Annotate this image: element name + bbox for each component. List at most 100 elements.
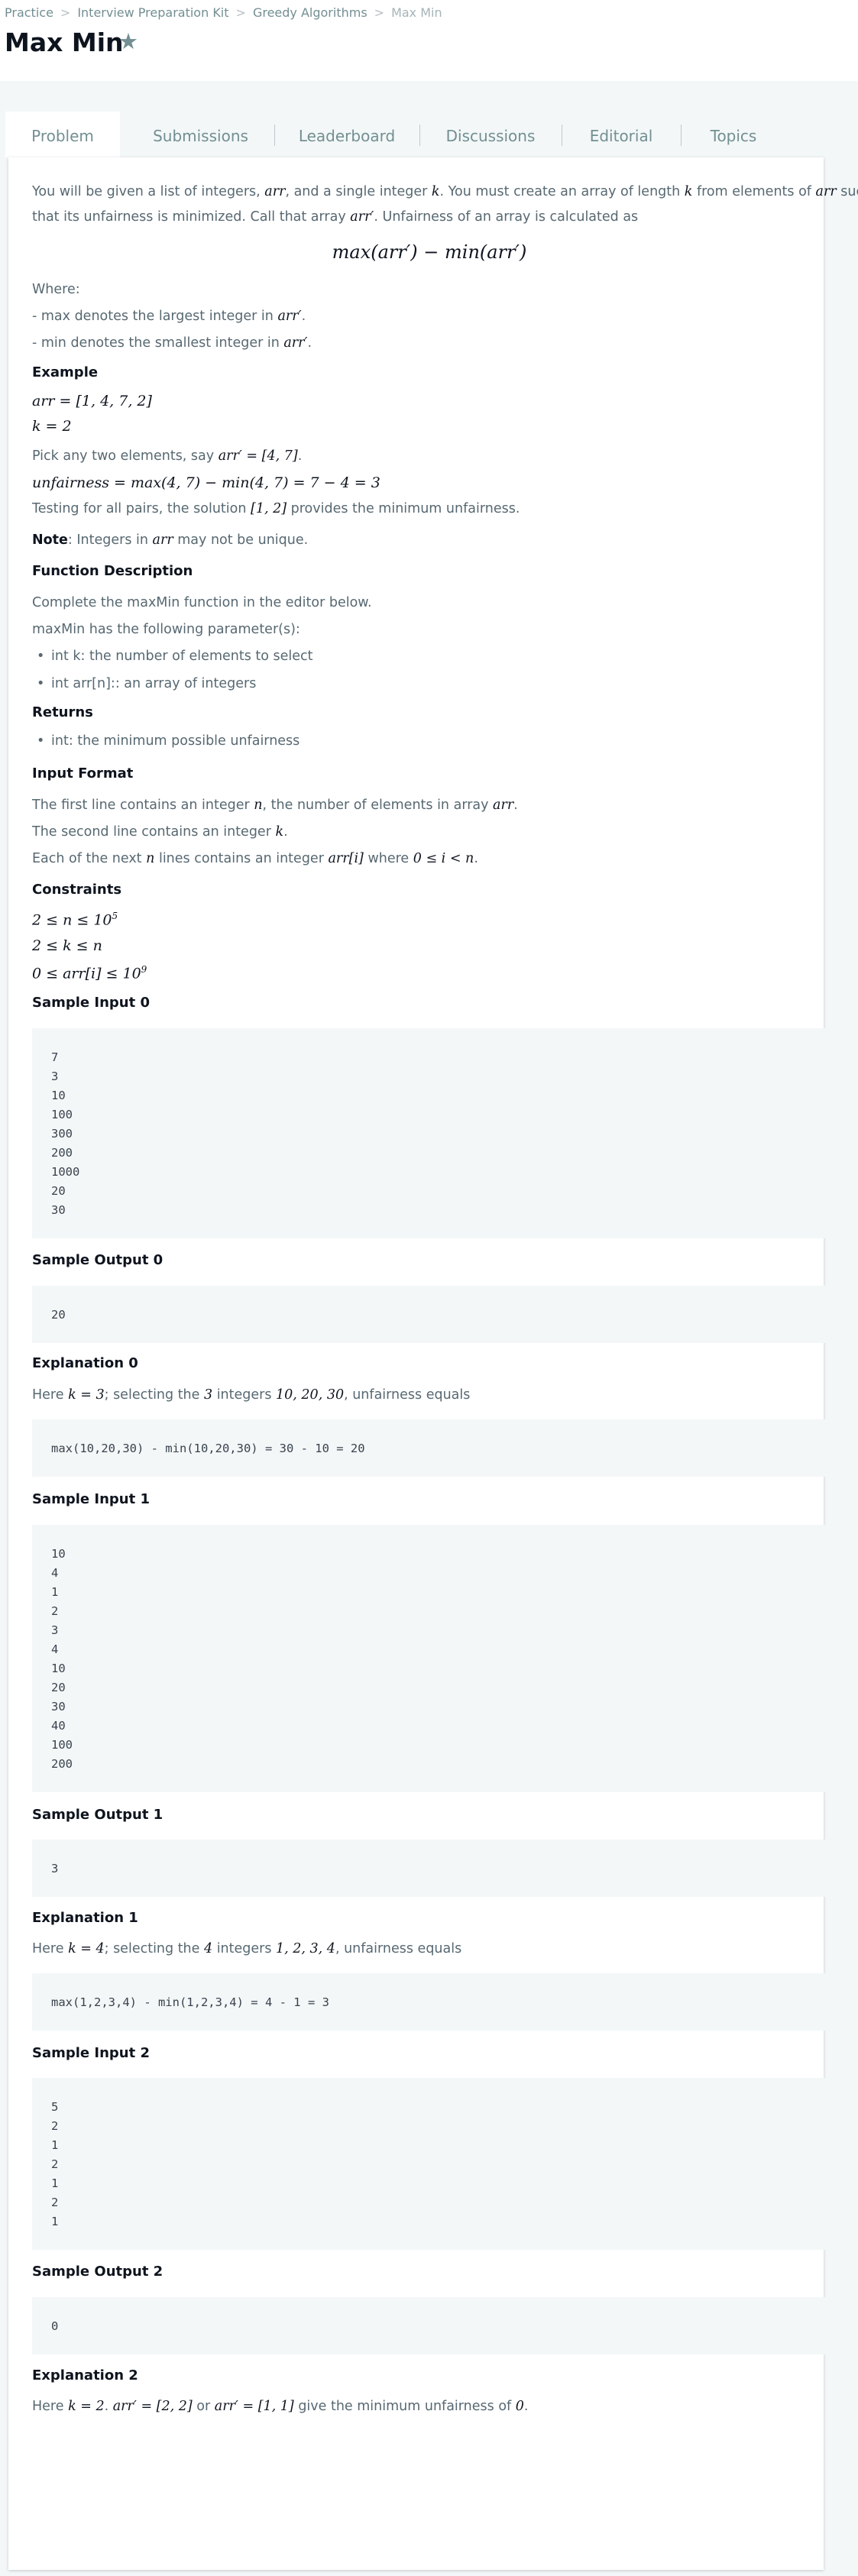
sample-input-1: 10 4 1 2 3 4 10 20 30 40 100 200 (32, 1525, 827, 1792)
exponent: 9 (141, 964, 147, 975)
text: 0 ≤ arr[i] ≤ 10 (32, 965, 141, 982)
text: - min denotes the smallest integer in (32, 335, 284, 351)
sample-input-2: 5 2 1 2 1 2 1 (32, 2078, 827, 2250)
text: , unfairness equals (335, 1941, 462, 1956)
explanation-0-code: max(10,20,30) - min(10,20,30) = 30 - 10 … (32, 1419, 827, 1477)
text: - max denotes the largest integer in (32, 309, 278, 324)
text: Pick any two elements, say (32, 448, 219, 464)
code-text: 0 (51, 2319, 59, 2333)
parameters-text: maxMin has the following parameter(s): (32, 622, 300, 637)
math: arr′ = [1, 1] (214, 2399, 294, 2414)
math: 10, 20, 30 (276, 1387, 345, 1403)
breadcrumb-greedy-algorithms[interactable]: Greedy Algorithms (253, 5, 367, 20)
sample-input-0-heading: Sample Input 0 (32, 995, 151, 1011)
tab-topics[interactable]: Topics (681, 112, 786, 157)
chevron-right-icon: > (60, 5, 71, 20)
explanation-1-text: Here k = 4; selecting the 4 integers 1, … (32, 1941, 461, 1956)
pick-text: Pick any two elements, say arr′ = [4, 7]… (32, 448, 303, 464)
constraint-n: 2 ≤ n ≤ 105 (32, 911, 118, 928)
sample-output-0-heading: Sample Output 0 (32, 1252, 164, 1268)
page-title: Max Min (5, 28, 124, 57)
sample-output-1: 3 (32, 1840, 827, 1897)
text: Here (32, 2399, 69, 2414)
text: , the number of elements in array (262, 798, 494, 813)
math: 0 (515, 2399, 524, 2414)
sample-output-0: 20 (32, 1286, 827, 1343)
example-arr: arr = [1, 4, 7, 2] (32, 393, 152, 409)
sample-output-2-heading: Sample Output 2 (32, 2264, 164, 2280)
where-max: - max denotes the largest integer in arr… (32, 309, 306, 324)
text: , unfairness equals (344, 1387, 471, 1403)
chevron-right-icon: > (374, 5, 385, 20)
code-text: max(1,2,3,4) - min(1,2,3,4) = 4 - 1 = 3 (51, 1995, 329, 2009)
math: k = 4 (68, 1941, 105, 1956)
sample-output-1-heading: Sample Output 1 (32, 1807, 164, 1823)
text: that its unfairness is minimized. Call t… (32, 209, 351, 225)
text: or (192, 2399, 215, 2414)
math-arr-prime: arr′ (350, 209, 374, 225)
text: integers (212, 1941, 277, 1956)
chevron-right-icon: > (235, 5, 246, 20)
unfairness-formula: max(arr′) − min(arr′) (332, 241, 527, 263)
returns-list: int: the minimum possible unfairness (32, 733, 299, 749)
text: 2 ≤ n ≤ 10 (32, 911, 112, 929)
constraint-arr: 0 ≤ arr[i] ≤ 109 (32, 964, 147, 982)
text: The second line contains an integer (32, 824, 276, 840)
text: . (523, 2399, 529, 2414)
tab-problem[interactable]: Problem (5, 112, 120, 157)
math: k = 3 (68, 1387, 105, 1403)
example-k: k = 2 (32, 418, 72, 435)
tab-discussions[interactable]: Discussions (419, 112, 562, 157)
parameters-list: int k: the number of elements to select … (32, 649, 313, 691)
tab-leaderboard[interactable]: Leaderboard (274, 112, 419, 157)
explanation-2-text: Here k = 2. arr′ = [2, 2] or arr′ = [1, … (32, 2399, 528, 2414)
explanation-0-text: Here k = 3; selecting the 3 integers 10,… (32, 1387, 470, 1403)
code-text: 20 (51, 1308, 66, 1322)
text: , and a single integer (285, 184, 432, 199)
list-item: int arr[n]:: an array of integers (32, 676, 313, 691)
where-label: Where: (32, 282, 80, 297)
math-arr-prime: arr′ (277, 309, 302, 324)
example-heading: Example (32, 364, 99, 380)
list-item: int k: the number of elements to select (32, 649, 313, 664)
tab-editorial[interactable]: Editorial (562, 112, 681, 157)
math-arr: arr (493, 798, 514, 813)
bookmark-star-icon[interactable]: ★ (118, 31, 138, 53)
text: . You must create an array of length (439, 184, 685, 199)
text: You will be given a list of integers, (32, 184, 265, 199)
math-arr: arr (152, 532, 173, 548)
text: Here (32, 1387, 69, 1403)
math-n: n (146, 851, 155, 866)
math-k: k (684, 184, 693, 199)
input-line-3: Each of the next n lines contains an int… (32, 851, 478, 866)
exponent: 5 (112, 911, 118, 921)
math-n: n (254, 798, 263, 813)
explanation-1-heading: Explanation 1 (32, 1910, 138, 1926)
sample-output-2: 0 (32, 2297, 827, 2354)
text: integers (212, 1387, 277, 1403)
explanation-1-code: max(1,2,3,4) - min(1,2,3,4) = 4 - 1 = 3 (32, 1973, 827, 2031)
text: such (840, 184, 858, 199)
text: may not be unique. (173, 532, 309, 548)
text: Each of the next (32, 851, 147, 866)
math-arr: arr (264, 184, 286, 199)
breadcrumb-practice[interactable]: Practice (5, 5, 53, 20)
unfairness-example: unfairness = max(4, 7) − min(4, 7) = 7 −… (32, 474, 380, 491)
math: k = 2 (68, 2399, 105, 2414)
intro-line-1: You will be given a list of integers, ar… (32, 184, 858, 199)
tab-submissions[interactable]: Submissions (127, 112, 274, 157)
math: 1, 2, 3, 4 (276, 1941, 335, 1956)
text: ; selecting the (104, 1387, 204, 1403)
text: : Integers in (67, 532, 153, 548)
math: arr′ = [2, 2] (112, 2399, 193, 2414)
breadcrumb-interview-kit[interactable]: Interview Preparation Kit (77, 5, 228, 20)
breadcrumb: Practice > Interview Preparation Kit > Greed… (5, 5, 442, 20)
text: give the minimum unfairness of (293, 2399, 516, 2414)
math-k: k (275, 824, 284, 840)
breadcrumb-current: Max Min (391, 5, 442, 20)
math-k: k (431, 184, 440, 199)
list-item: int: the minimum possible unfairness (32, 733, 299, 749)
code-text: 10 4 1 2 3 4 10 20 30 40 100 200 (51, 1547, 73, 1771)
function-description-text: Complete the maxMin function in the edit… (32, 595, 372, 610)
math-arr-i: arr[i] (328, 851, 364, 866)
